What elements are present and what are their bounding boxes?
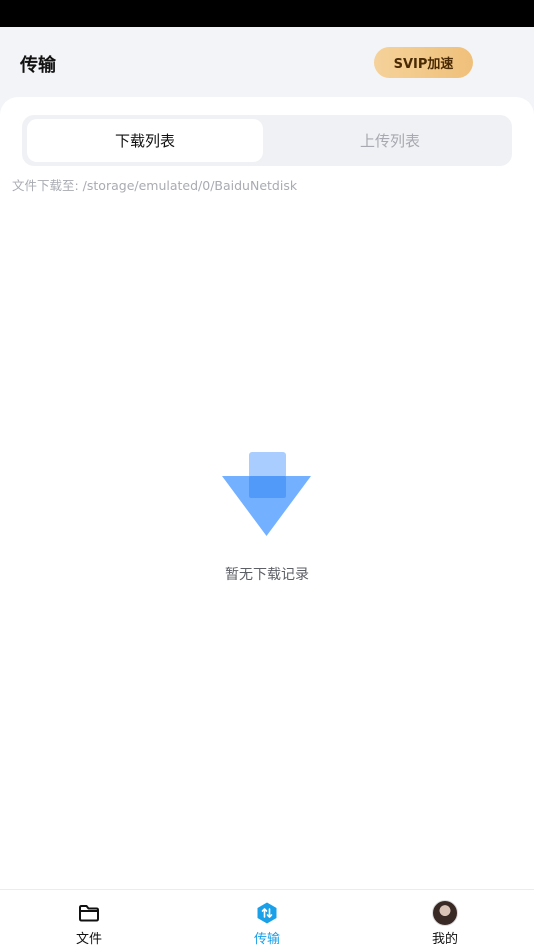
- transfer-tab-bar: 下载列表 上传列表: [22, 115, 512, 166]
- content-panel: 下载列表 上传列表 文件下载至: /storage/emulated/0/Bai…: [0, 97, 534, 890]
- nav-item-me[interactable]: 我的: [385, 890, 505, 949]
- nav-label-me: 我的: [431, 932, 458, 947]
- transfer-icon: [257, 902, 277, 924]
- avatar: [432, 900, 458, 926]
- folder-icon: [79, 905, 99, 922]
- status-bar: [0, 0, 534, 27]
- nav-label-transfer: 传输: [253, 932, 280, 947]
- tab-download-list[interactable]: 下载列表: [27, 119, 263, 162]
- nav-item-transfer[interactable]: 传输: [207, 890, 327, 949]
- nav-item-files[interactable]: 文件: [29, 890, 149, 949]
- svip-accelerate-button[interactable]: SVIP加速: [374, 47, 473, 78]
- transfer-screen: 传输 SVIP加速 下载列表 上传列表 文件下载至: /storage/emul…: [0, 0, 534, 949]
- bottom-navigation: 文件 传输 我的: [0, 889, 534, 949]
- nav-label-files: 文件: [75, 932, 102, 947]
- empty-state-message: 暂无下载记录: [225, 567, 309, 583]
- download-path-text: 文件下载至: /storage/emulated/0/BaiduNetdisk: [12, 178, 298, 193]
- tab-upload-list[interactable]: 上传列表: [272, 119, 508, 162]
- download-arrow-icon: [222, 452, 311, 536]
- page-title: 传输: [20, 55, 56, 76]
- header: 传输 SVIP加速: [0, 27, 534, 99]
